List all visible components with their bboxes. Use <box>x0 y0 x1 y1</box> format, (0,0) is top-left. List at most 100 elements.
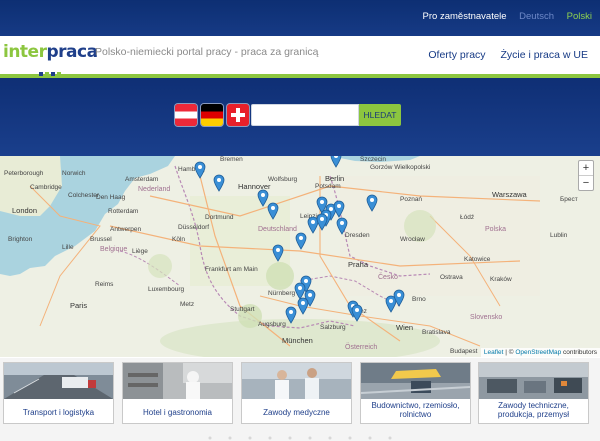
map-marker-icon[interactable] <box>330 156 342 168</box>
map-marker-icon[interactable] <box>295 232 307 250</box>
city-label: Gorzów Wielkopolski <box>370 164 431 171</box>
city-label: Brighton <box>8 236 33 243</box>
language-de-link[interactable]: Deutsch <box>519 11 554 22</box>
city-label: Szczecin <box>360 156 387 163</box>
map-marker-icon[interactable] <box>285 306 297 324</box>
employers-link[interactable]: Pro zaměstnavatele <box>423 11 507 22</box>
map-attribution: Leaflet | © OpenStreetMap contributors <box>480 348 600 357</box>
city-label: Poznań <box>400 196 423 203</box>
nav-life-work-eu[interactable]: Życie i praca w UE <box>500 49 588 61</box>
city-label: Praha <box>348 260 369 269</box>
city-label: Rotterdam <box>108 208 139 215</box>
map-marker-icon[interactable] <box>267 202 279 220</box>
osm-link[interactable]: OpenStreetMap <box>515 349 561 356</box>
city-label: Polska <box>485 226 507 233</box>
medical-staff-image <box>242 363 351 399</box>
city-label: Dortmund <box>205 214 234 221</box>
logo-dots <box>39 61 69 76</box>
language-pl-link[interactable]: Polski <box>567 11 592 22</box>
nav-job-offers[interactable]: Oferty pracy <box>428 49 485 61</box>
city-label: Luxembourg <box>148 286 185 293</box>
city-label: Norwich <box>62 170 86 177</box>
city-label: Salzburg <box>320 324 346 331</box>
factory-production-image <box>479 363 588 399</box>
logo[interactable]: interpraca <box>3 42 98 76</box>
switzerland-flag-icon[interactable] <box>227 104 249 126</box>
city-label: Brussel <box>90 236 112 243</box>
map-marker-icon[interactable] <box>336 217 348 235</box>
logo-text-inter: inter <box>3 42 47 62</box>
city-label: Lille <box>62 244 74 251</box>
city-label: Augsburg <box>258 321 286 328</box>
map-marker-icon[interactable] <box>194 161 206 179</box>
search-button[interactable]: HLEDAT <box>359 104 401 126</box>
top-bar: Pro zaměstnavatele Deutsch Polski <box>0 0 600 36</box>
category-strip: Transport i logistyka Hotel i gastronomi… <box>0 358 600 441</box>
search-input[interactable] <box>251 104 359 126</box>
category-card-technical[interactable]: Zawody techniczne, produkcja, przemysł <box>478 362 589 424</box>
city-label: Brno <box>412 296 426 303</box>
tagline: Polsko-niemiecki portal pracy - praca za… <box>95 46 319 58</box>
city-label: Wrocław <box>400 236 425 243</box>
attribution-sep: | © <box>503 349 516 356</box>
city-label: Lublin <box>550 232 568 239</box>
zoom-out-button[interactable]: − <box>579 175 593 190</box>
germany-flag-icon[interactable] <box>201 104 223 126</box>
category-card-construction[interactable]: Budownictwo, rzemiosło, rolnictwo <box>360 362 471 424</box>
city-label: München <box>282 336 313 345</box>
city-label: Česko <box>378 274 398 281</box>
category-label: Budownictwo, rzemiosło, rolnictwo <box>371 401 460 419</box>
city-label: London <box>12 206 38 215</box>
city-label: Deutschland <box>258 226 297 233</box>
city-label: Cambridge <box>30 184 62 191</box>
leaflet-link[interactable]: Leaflet <box>484 349 504 356</box>
city-label: Bratislava <box>422 329 451 336</box>
city-label: Budapest <box>450 348 478 355</box>
map-marker-icon[interactable] <box>351 304 363 322</box>
city-label: Düsseldorf <box>178 224 210 231</box>
city-label: Warszawa <box>492 190 527 199</box>
map-marker-icon[interactable] <box>272 244 284 262</box>
job-map[interactable]: Peterborough Norwich Cambridge Colcheste… <box>0 156 600 357</box>
map-marker-icon[interactable] <box>213 174 225 192</box>
city-label: Den Haag <box>96 194 126 201</box>
truck-highway-image <box>4 363 113 399</box>
city-label: Nederland <box>138 186 171 193</box>
city-label: Nürnberg <box>268 290 296 297</box>
map-marker-icon[interactable] <box>297 297 309 315</box>
attribution-tail: contributors <box>561 349 597 356</box>
map-background <box>0 156 541 357</box>
kitchen-chef-image <box>123 363 232 399</box>
city-label: Peterborough <box>4 170 44 177</box>
zoom-in-button[interactable]: + <box>579 161 593 175</box>
city-label: Antwerpen <box>110 226 142 233</box>
austria-flag-icon[interactable] <box>175 104 197 126</box>
city-label: Berlin <box>325 174 345 183</box>
city-label: Łódź <box>460 214 475 221</box>
site-header: interpraca Polsko-niemiecki portal pracy… <box>0 36 600 78</box>
city-label: Bremen <box>220 156 243 163</box>
map-marker-icon[interactable] <box>366 194 378 212</box>
city-label: Katowice <box>464 256 491 263</box>
city-label: Belgique <box>100 246 128 253</box>
city-label: Dresden <box>345 232 370 239</box>
city-label: Reims <box>95 281 114 288</box>
category-card-hotel[interactable]: Hotel i gastronomia <box>122 362 233 424</box>
map-marker-icon[interactable] <box>393 289 405 307</box>
city-label: Paris <box>70 301 88 310</box>
logo-text-praca: praca <box>46 42 98 62</box>
category-label: Zawody techniczne, produkcja, przemysł <box>497 401 570 419</box>
map-marker-icon[interactable] <box>316 213 328 231</box>
city-label: Wien <box>396 323 414 332</box>
city-label: Slovensko <box>470 314 503 321</box>
category-card-medical[interactable]: Zawody medyczne <box>241 362 352 424</box>
city-label: Colchester <box>68 192 100 199</box>
city-label: Wolfsburg <box>268 176 298 183</box>
city-label: Ostrava <box>440 274 463 281</box>
category-label: Hotel i gastronomia <box>143 408 212 417</box>
map-marker-icon[interactable] <box>333 200 345 218</box>
category-card-transport[interactable]: Transport i logistyka <box>3 362 114 424</box>
construction-worker-image <box>361 363 470 399</box>
city-label: Österreich <box>345 344 378 351</box>
category-label: Zawody medyczne <box>263 408 330 417</box>
